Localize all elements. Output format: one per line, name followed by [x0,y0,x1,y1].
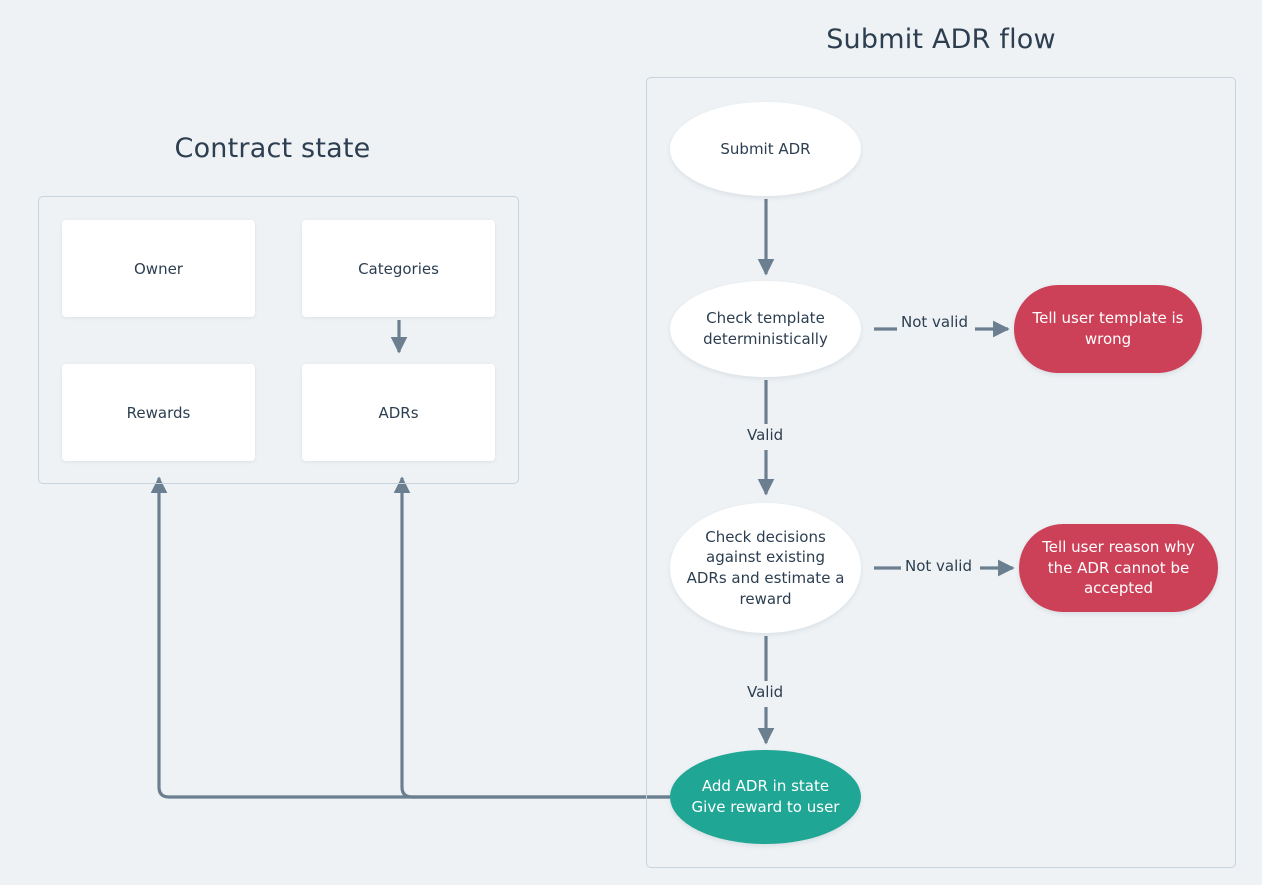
flow-node-check-template-line-2: deterministically [703,330,828,348]
flow-node-submit-adr[interactable]: Submit ADR [670,102,861,196]
state-box-owner-label: Owner [134,259,183,278]
flow-node-add-adr-in-state-label: Add ADR in state Give reward to user [692,776,840,817]
flow-node-check-template[interactable]: Check template deterministically [670,281,861,377]
flow-node-submit-adr-label: Submit ADR [720,139,811,158]
flow-node-check-template-label: Check template deterministically [703,308,828,349]
contract-state-title: Contract state [174,133,371,164]
flow-node-check-decisions-line-2: against existing [706,548,825,567]
edge-label-valid-decisions: Valid [744,683,787,701]
flow-node-check-template-line-1: Check template [706,309,825,328]
flow-node-check-decisions-line-4: reward [739,589,792,608]
state-box-adrs-label: ADRs [378,403,419,422]
edge-label-not-valid-template: Not valid [898,313,971,331]
state-box-rewards[interactable]: Rewards [62,364,255,461]
submit-flow-title: Submit ADR flow [826,24,1056,55]
flow-node-check-decisions-label: Check decisions against existing ADRs an… [687,527,845,610]
flow-node-add-adr-in-state-line-1: Add ADR in state [701,777,830,796]
flow-node-tell-user-reason-label: Tell user reason why the ADR cannot be a… [1042,537,1195,599]
state-box-categories[interactable]: Categories [302,220,495,317]
flow-node-add-adr-in-state[interactable]: Add ADR in state Give reward to user [670,750,861,844]
flow-node-tell-user-reason-line-2: the ADR cannot be [1047,558,1190,577]
flow-node-check-decisions-line-3: ADRs and estimate a [686,569,845,587]
flow-node-check-decisions-line-1: Check decisions [705,527,826,546]
submit-flow-panel [646,77,1236,868]
state-box-categories-label: Categories [358,259,439,278]
flow-node-tell-user-template-wrong-label: Tell user template is wrong [1033,308,1184,349]
diagram-canvas: Contract state Submit ADR flow Owner Cat… [0,0,1262,885]
edge-add-adr-to-adrs [393,476,670,799]
edge-add-adr-to-rewards [150,476,670,799]
edge-label-not-valid-decisions: Not valid [902,557,975,575]
state-box-adrs[interactable]: ADRs [302,364,495,461]
flow-node-tell-user-template-wrong-line-1: Tell user template is [1032,309,1184,328]
state-box-rewards-label: Rewards [126,403,191,422]
flow-node-tell-user-reason[interactable]: Tell user reason why the ADR cannot be a… [1019,524,1218,612]
flow-node-tell-user-template-wrong[interactable]: Tell user template is wrong [1014,285,1202,373]
flow-node-tell-user-reason-line-3: accepted [1083,579,1154,598]
flow-node-tell-user-template-wrong-line-2: wrong [1084,330,1132,348]
flow-node-add-adr-in-state-line-2: Give reward to user [691,798,840,816]
flow-node-check-decisions[interactable]: Check decisions against existing ADRs an… [670,503,861,633]
edge-label-valid-template: Valid [744,426,787,444]
state-box-owner[interactable]: Owner [62,220,255,317]
flow-node-tell-user-reason-line-1: Tell user reason why [1042,537,1195,556]
